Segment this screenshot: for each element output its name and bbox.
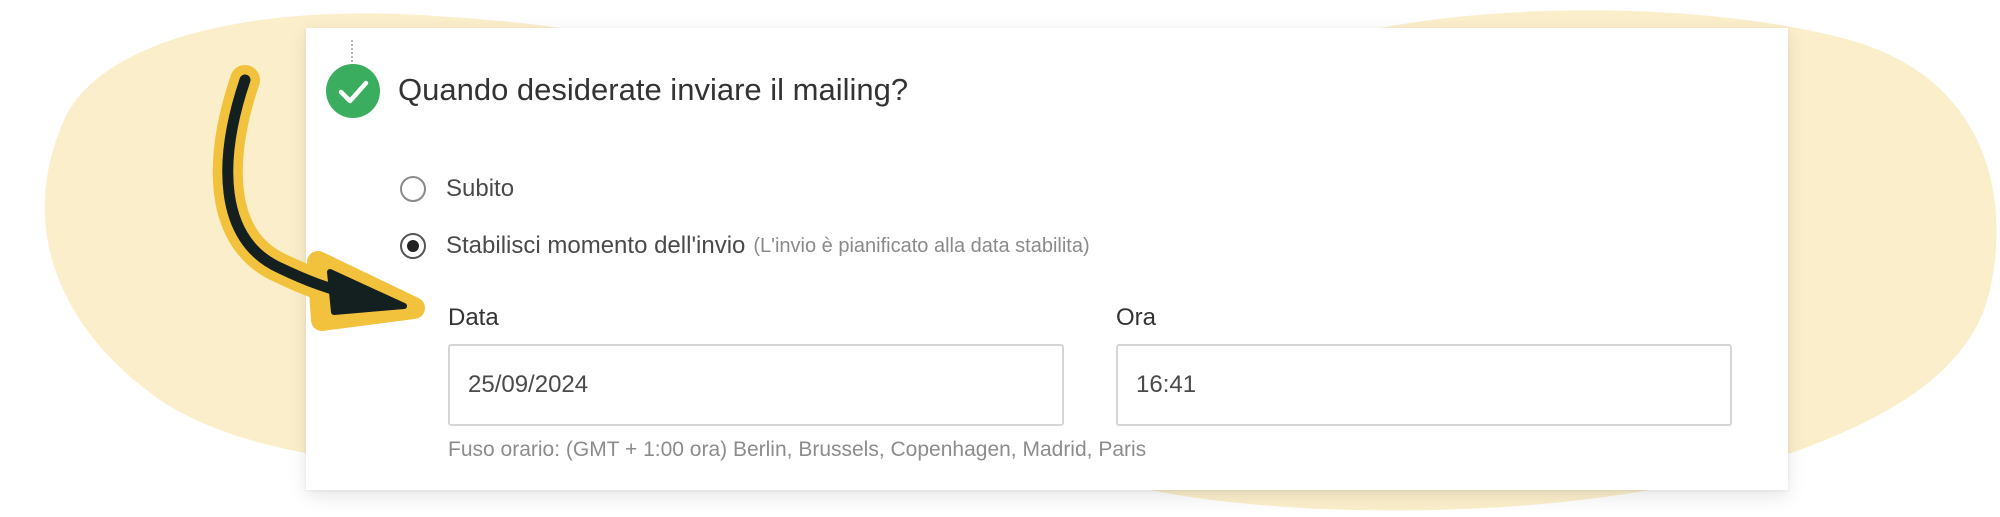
schedule-card: Quando desiderate inviare il mailing? Su… (306, 28, 1788, 490)
date-label: Data (448, 304, 499, 331)
radio-scheduled[interactable] (400, 233, 426, 259)
date-input[interactable] (448, 344, 1064, 426)
time-label: Ora (1116, 304, 1157, 331)
step-connector (351, 40, 353, 62)
option-scheduled[interactable]: Stabilisci momento dell'invio (L'invio è… (400, 229, 1090, 263)
option-scheduled-label: Stabilisci momento dell'invio (446, 232, 746, 259)
radio-subito[interactable] (400, 176, 426, 202)
time-input[interactable] (1116, 344, 1732, 426)
option-subito-label: Subito (446, 175, 515, 202)
check-circle-icon (326, 64, 380, 118)
option-scheduled-hint: (L'invio è pianificato alla data stabili… (753, 234, 1090, 257)
timezone-note: Fuso orario: (GMT + 1:00 ora) Berlin, Br… (448, 438, 1147, 461)
option-subito[interactable]: Subito (400, 172, 514, 206)
step-title: Quando desiderate inviare il mailing? (398, 72, 909, 107)
